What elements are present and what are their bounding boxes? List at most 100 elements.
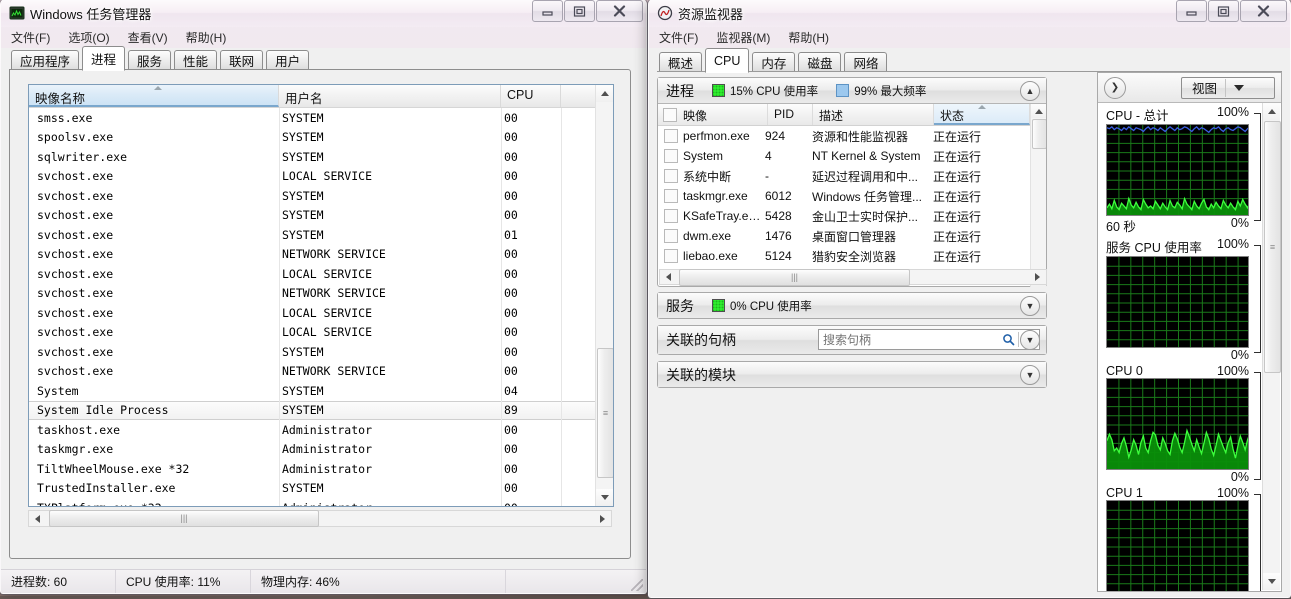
table-row[interactable]: svchost.exe SYSTEM 01 (29, 225, 613, 245)
tab-disk[interactable]: 磁盘 (798, 52, 842, 72)
tab-performance[interactable]: 性能 (174, 50, 218, 70)
table-row[interactable]: taskmgr.exe 6012 Windows 任务管理... 正在运行 (658, 186, 1046, 206)
column-header-image[interactable]: 映像 (681, 104, 768, 125)
expand-modules-chevron-down-icon[interactable]: ▼ (1020, 365, 1040, 385)
scroll-right-button[interactable] (594, 511, 611, 526)
table-row[interactable]: liebao.exe 5124 猎豹安全浏览器 正在运行 (658, 246, 1046, 266)
processes-horizontal-scrollbar[interactable]: ||| (659, 268, 1047, 286)
table-row[interactable]: KSafeTray.exe 5428 金山卫士实时保护... 正在运行 (658, 206, 1046, 226)
table-row[interactable]: TXPlatform.exe *32Administrator00 (29, 498, 613, 506)
column-header-cpu[interactable]: CPU (501, 85, 561, 107)
hscroll-thumb[interactable]: ||| (49, 510, 319, 527)
resource-monitor-window-buttons[interactable] (1175, 0, 1287, 22)
row-checkbox[interactable] (664, 249, 678, 263)
scroll-left-button[interactable] (29, 511, 46, 526)
table-row[interactable]: System 4 NT Kernel & System 正在运行 (658, 146, 1046, 166)
process-list-vertical-scrollbar[interactable]: ≡ (595, 85, 613, 506)
table-row[interactable]: svchost.exe NETWORK SERVICE 00 (29, 245, 613, 265)
table-row[interactable]: svchost.exe NETWORK SERVICE 00 (29, 284, 613, 304)
table-row[interactable]: System SYSTEM 04 (29, 381, 613, 401)
modules-panel[interactable]: 关联的模块 ▼ (657, 361, 1047, 388)
table-row[interactable]: svchost.exe LOCAL SERVICE 00 (29, 264, 613, 284)
scroll-right-button[interactable] (1029, 270, 1046, 285)
resource-monitor-tabstrip[interactable]: 概述 CPU 内存 磁盘 网络 (659, 48, 890, 73)
row-checkbox[interactable] (664, 169, 678, 183)
menu-help[interactable]: 帮助(H) (186, 29, 227, 46)
task-manager-menubar[interactable]: 文件(F) 选项(O) 查看(V) 帮助(H) (1, 27, 646, 48)
handles-panel-header[interactable]: 关联的句柄 ▼ (658, 326, 1046, 354)
tab-processes[interactable]: 进程 (82, 46, 126, 71)
row-checkbox[interactable] (664, 229, 678, 243)
scroll-thumb[interactable]: ≡ (597, 348, 613, 478)
magnifier-icon[interactable] (999, 333, 1018, 346)
scroll-up-button[interactable] (1031, 104, 1046, 118)
menu-file[interactable]: 文件(F) (659, 29, 698, 46)
close-button[interactable] (596, 0, 643, 22)
table-row[interactable]: svchost.exe SYSTEM 00 (29, 342, 613, 362)
resource-monitor-titlebar[interactable]: 资源监视器 (649, 0, 1290, 27)
handle-search-input[interactable] (819, 331, 999, 348)
table-row[interactable]: System Idle Process SYSTEM 89 (29, 400, 613, 420)
tab-users[interactable]: 用户 (266, 50, 310, 70)
collapse-processes-chevron-up-icon[interactable]: ▲ (1020, 81, 1040, 101)
resource-monitor-window[interactable]: 资源监视器 文件(F) 监视器(M) 帮助(H) 概述 CPU 内存 磁盘 网络 (648, 0, 1291, 598)
scroll-left-button[interactable] (660, 270, 677, 285)
graph-column-scrollbar[interactable]: ≡ (1262, 103, 1281, 590)
menu-monitor[interactable]: 监视器(M) (716, 29, 770, 46)
table-row[interactable]: perfmon.exe 924 资源和性能监视器 正在运行 (658, 126, 1046, 146)
expand-services-chevron-down-icon[interactable]: ▼ (1020, 296, 1040, 316)
column-header-description[interactable]: 描述 (813, 104, 934, 125)
tab-applications[interactable]: 应用程序 (11, 50, 80, 70)
menu-file[interactable]: 文件(F) (11, 29, 50, 46)
tab-cpu[interactable]: CPU (705, 48, 750, 73)
task-manager-tabstrip[interactable]: 应用程序 进程 服务 性能 联网 用户 (11, 46, 312, 71)
tab-services[interactable]: 服务 (128, 50, 172, 70)
hscroll-thumb[interactable]: ||| (679, 268, 910, 286)
modules-panel-header[interactable]: 关联的模块 ▼ (658, 362, 1046, 387)
column-header-image-name[interactable]: 映像名称 (29, 85, 279, 107)
tab-networking[interactable]: 联网 (220, 50, 264, 70)
scroll-up-button[interactable] (596, 85, 613, 102)
table-row[interactable]: 系统中断 - 延迟过程调用和中... 正在运行 (658, 166, 1046, 186)
scroll-down-button[interactable] (1263, 573, 1280, 590)
table-row[interactable]: svchost.exe LOCAL SERVICE 00 (29, 323, 613, 343)
services-panel-header[interactable]: 服务 0% CPU 使用率 ▼ (658, 293, 1046, 318)
scroll-thumb[interactable] (1032, 119, 1046, 149)
table-row[interactable]: smss.exe SYSTEM 00 (29, 108, 613, 128)
menu-view[interactable]: 查看(V) (128, 29, 168, 46)
menu-options[interactable]: 选项(O) (68, 29, 109, 46)
resource-monitor-menubar[interactable]: 文件(F) 监视器(M) 帮助(H) (649, 27, 1290, 48)
table-row[interactable]: svchost.exe NETWORK SERVICE 00 (29, 362, 613, 382)
process-listview[interactable]: 映像名称 用户名 CPU smss.exe SYSTEM 00 spoolsv.exe… (28, 84, 614, 507)
processes-vertical-scrollbar[interactable] (1030, 104, 1046, 287)
table-row[interactable]: spoolsv.exe SYSTEM 00 (29, 128, 613, 148)
process-list-horizontal-scrollbar[interactable]: ||| (28, 510, 612, 527)
menu-help[interactable]: 帮助(H) (788, 29, 829, 46)
row-checkbox[interactable] (664, 209, 678, 223)
expand-handles-chevron-down-icon[interactable]: ▼ (1020, 330, 1040, 350)
table-row[interactable]: svchost.exe SYSTEM 00 (29, 206, 613, 226)
tab-network[interactable]: 网络 (844, 52, 888, 72)
maximize-button[interactable] (1208, 0, 1239, 22)
resize-grip-icon[interactable] (631, 579, 643, 591)
column-header-status[interactable]: 状态 (934, 104, 1030, 125)
processes-list-header[interactable]: 映像 PID 描述 状态 (658, 104, 1046, 126)
close-button[interactable] (1240, 0, 1287, 22)
table-row[interactable]: sqlwriter.exe SYSTEM 00 (29, 147, 613, 167)
table-row[interactable]: TiltWheelMouse.exe *32 Administrator 00 (29, 459, 613, 479)
minimize-button[interactable] (532, 0, 563, 22)
view-button[interactable]: 视图 (1181, 76, 1275, 99)
row-checkbox[interactable] (664, 149, 678, 163)
table-row[interactable]: taskmgr.exe Administrator 00 (29, 440, 613, 460)
process-list-body[interactable]: smss.exe SYSTEM 00 spoolsv.exe SYSTEM 00 sqlwr… (29, 108, 613, 506)
table-row[interactable]: svchost.exe SYSTEM 00 (29, 186, 613, 206)
scroll-thumb[interactable]: ≡ (1264, 121, 1281, 373)
processes-listview[interactable]: 映像 PID 描述 状态 perfmon.exe 924 资源和性能监视器 正在运行 S… (658, 104, 1046, 287)
scroll-up-button[interactable] (1263, 103, 1280, 120)
tab-overview[interactable]: 概述 (659, 52, 703, 72)
column-header-pid[interactable]: PID (768, 104, 813, 125)
task-manager-titlebar[interactable]: Windows 任务管理器 (1, 0, 646, 27)
table-row[interactable]: taskhost.exe Administrator 00 (29, 420, 613, 440)
table-row[interactable]: svchost.exe LOCAL SERVICE 00 (29, 167, 613, 187)
minimize-button[interactable] (1176, 0, 1207, 22)
